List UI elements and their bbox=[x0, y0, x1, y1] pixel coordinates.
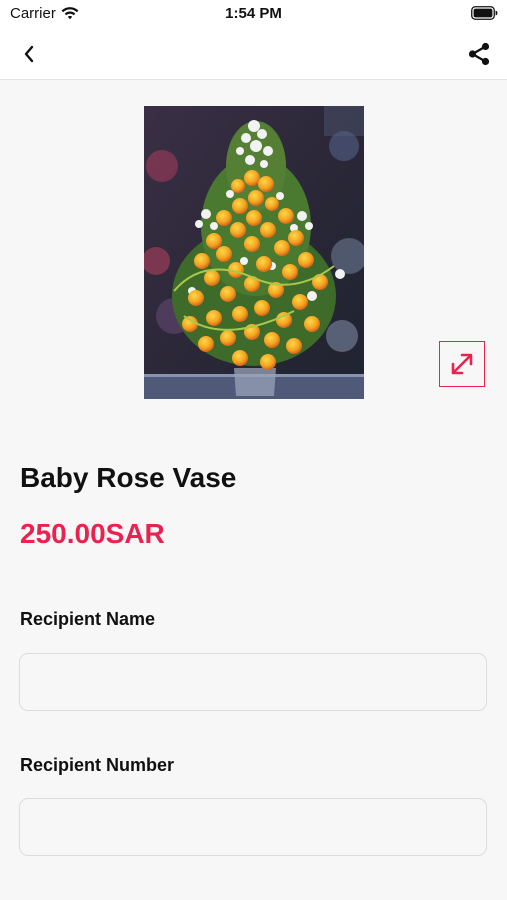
navigation-bar bbox=[0, 28, 507, 80]
share-button[interactable] bbox=[463, 38, 495, 70]
battery-icon bbox=[471, 6, 498, 25]
recipient-name-label: Recipient Name bbox=[20, 609, 156, 629]
recipient-number-label: Recipient Number bbox=[20, 755, 175, 775]
expand-image-button[interactable] bbox=[439, 341, 485, 387]
recipient-name-input[interactable] bbox=[19, 653, 487, 711]
expand-arrows-icon bbox=[451, 353, 473, 375]
status-bar: Carrier 1:54 PM bbox=[0, 0, 507, 28]
chevron-left-icon bbox=[24, 45, 34, 63]
back-button[interactable] bbox=[14, 39, 44, 69]
recipient-number-input[interactable] bbox=[19, 798, 487, 856]
product-title: Baby Rose Vase bbox=[20, 462, 237, 493]
product-price: 250.00SAR bbox=[20, 518, 165, 549]
status-time: 1:54 PM bbox=[225, 5, 282, 22]
share-icon bbox=[468, 42, 490, 66]
product-image[interactable] bbox=[144, 106, 364, 399]
